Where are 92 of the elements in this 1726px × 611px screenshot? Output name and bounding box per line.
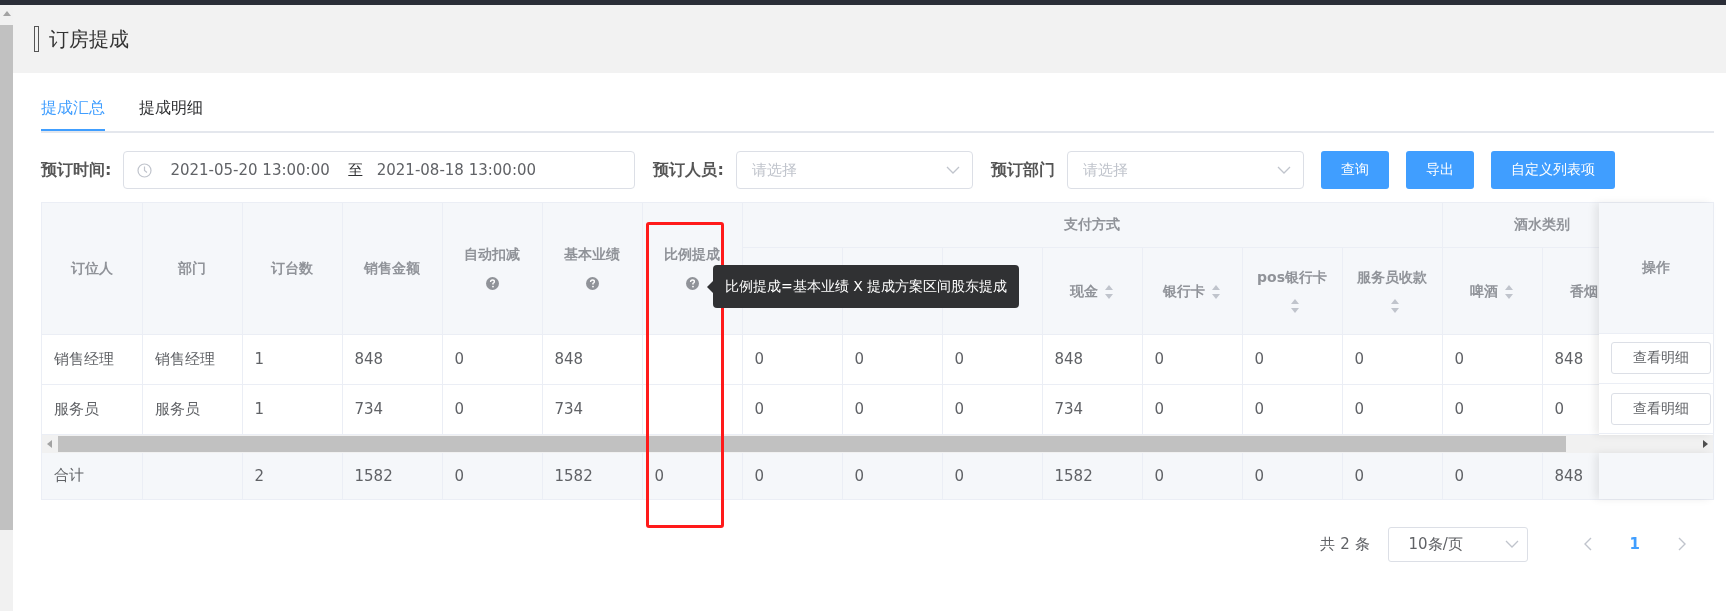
select-placeholder: 请选择 [751, 160, 797, 180]
column-header[interactable]: 比例提成 [664, 246, 720, 263]
table-cell: 0 [1154, 466, 1165, 485]
table-cell: 0 [1354, 350, 1365, 368]
view-detail-button[interactable]: 查看明细 [1611, 342, 1711, 375]
column-header: 操作 [1642, 258, 1670, 277]
table-cell: 848 [1554, 466, 1584, 485]
table-cell: 0 [454, 350, 465, 368]
column-group-header: 酒水类别 [1514, 215, 1571, 232]
table-cell: 销售经理 [154, 349, 215, 368]
table-cell: 0 [754, 400, 765, 418]
table-cell: 0 [954, 466, 965, 485]
button[interactable]: 导出 [1405, 151, 1474, 189]
table-cell: 734 [1054, 400, 1084, 418]
chevron-down-icon [1504, 540, 1519, 548]
table-cell: 1582 [554, 466, 593, 485]
select-placeholder: 请选择 [1082, 160, 1128, 180]
table-cell: 0 [954, 350, 965, 368]
table-cell: 0 [1554, 400, 1565, 418]
tab[interactable]: 提成汇总 [41, 90, 105, 131]
table-cell: 1 [254, 350, 265, 368]
table-cell: 734 [354, 400, 384, 418]
clock-icon [137, 162, 153, 178]
column-header[interactable]: 自动扣减 [464, 246, 520, 263]
table-cell: 0 [1254, 350, 1265, 368]
chevron-down-icon [945, 166, 960, 174]
end-date: 2021-08-18 13:00:00 [376, 161, 537, 179]
table-cell: 0 [1154, 350, 1165, 368]
select-field[interactable]: 请选择 [1066, 151, 1304, 189]
column-header[interactable]: 订台数 [271, 260, 313, 277]
table-cell: 0 [1454, 400, 1465, 418]
table-cell: 2 [254, 466, 265, 485]
column-header[interactable]: pos银行卡 [1257, 268, 1327, 285]
table-cell: 0 [1454, 466, 1465, 485]
column-header[interactable]: 部门 [178, 260, 206, 277]
table-cell: 0 [1254, 400, 1265, 418]
table-cell: 0 [454, 400, 465, 418]
button[interactable]: 查询 [1320, 151, 1389, 189]
table-cell: 0 [854, 466, 865, 485]
table-cell: 合计 [54, 466, 84, 484]
table-cell: 848 [354, 350, 384, 368]
table-cell: 848 [554, 350, 584, 368]
tooltip: 比例提成=基本业绩 X 提成方案区间股东提成 [707, 265, 1020, 308]
view-detail-button[interactable]: 查看明细 [1611, 392, 1711, 425]
table-cell: 0 [1354, 466, 1365, 485]
column-header[interactable]: 订位人 [70, 260, 113, 277]
table-cell: 0 [1454, 350, 1465, 368]
table-cell: 服务员 [54, 399, 99, 418]
vertical-scrollbar[interactable] [0, 5, 13, 611]
table-cell: 0 [754, 466, 765, 485]
page-title: 订房提成 [49, 25, 129, 53]
table-cell: 0 [754, 350, 765, 368]
filter-label: 预订时间: [41, 159, 112, 181]
column-header[interactable]: 香烟 [1570, 282, 1599, 299]
chevron-left-icon[interactable] [1583, 537, 1592, 551]
page-number[interactable]: 1 [1629, 535, 1640, 553]
chevron-right-icon[interactable] [1678, 537, 1686, 551]
column-header[interactable]: 现金 [1070, 282, 1098, 299]
filter-label: 预订部门 [990, 159, 1055, 181]
column-header[interactable]: 服务员收款 [1357, 268, 1428, 285]
table-cell: 0 [854, 400, 865, 418]
filter-label: 预订人员: [653, 159, 724, 181]
table-cell: 1 [254, 400, 265, 418]
table-cell: 1582 [354, 466, 393, 485]
table-cell: 848 [1554, 350, 1584, 368]
column-header[interactable]: 销售金额 [364, 260, 420, 277]
chevron-down-icon [1276, 166, 1291, 174]
date-range-field[interactable]: 2021-05-20 13:00:00 至 2021-08-18 13:00:00 [123, 151, 636, 189]
table-cell: 0 [1254, 466, 1265, 485]
column-header[interactable]: 啤酒 [1470, 282, 1499, 299]
table-cell: 0 [654, 466, 665, 485]
column-header[interactable]: 银行卡 [1163, 282, 1205, 299]
table-cell: 0 [1354, 400, 1365, 418]
table-cell: 0 [954, 400, 965, 418]
total-count: 共 2 条 [1320, 534, 1370, 554]
select-field[interactable]: 请选择 [735, 151, 973, 189]
table-cell: 服务员 [154, 399, 200, 418]
button[interactable]: 自定义列表项 [1490, 151, 1615, 189]
column-header[interactable]: 基本业绩 [564, 246, 620, 263]
start-date: 2021-05-20 13:00:00 [170, 161, 330, 179]
table-cell: 0 [454, 466, 465, 485]
table-cell: 0 [854, 350, 865, 368]
table-cell: 销售经理 [54, 349, 114, 368]
range-separator: 至 [347, 160, 363, 180]
page-size-select[interactable]: 10条/页 [1387, 526, 1528, 562]
page-size-value: 10条/页 [1408, 534, 1463, 554]
column-group-header: 支付方式 [1064, 215, 1121, 232]
table-cell: 1582 [1054, 466, 1093, 485]
table-cell: 848 [1054, 350, 1084, 368]
tab[interactable]: 提成明细 [139, 90, 203, 129]
table-cell: 0 [1154, 400, 1165, 418]
table-cell: 734 [554, 400, 584, 418]
